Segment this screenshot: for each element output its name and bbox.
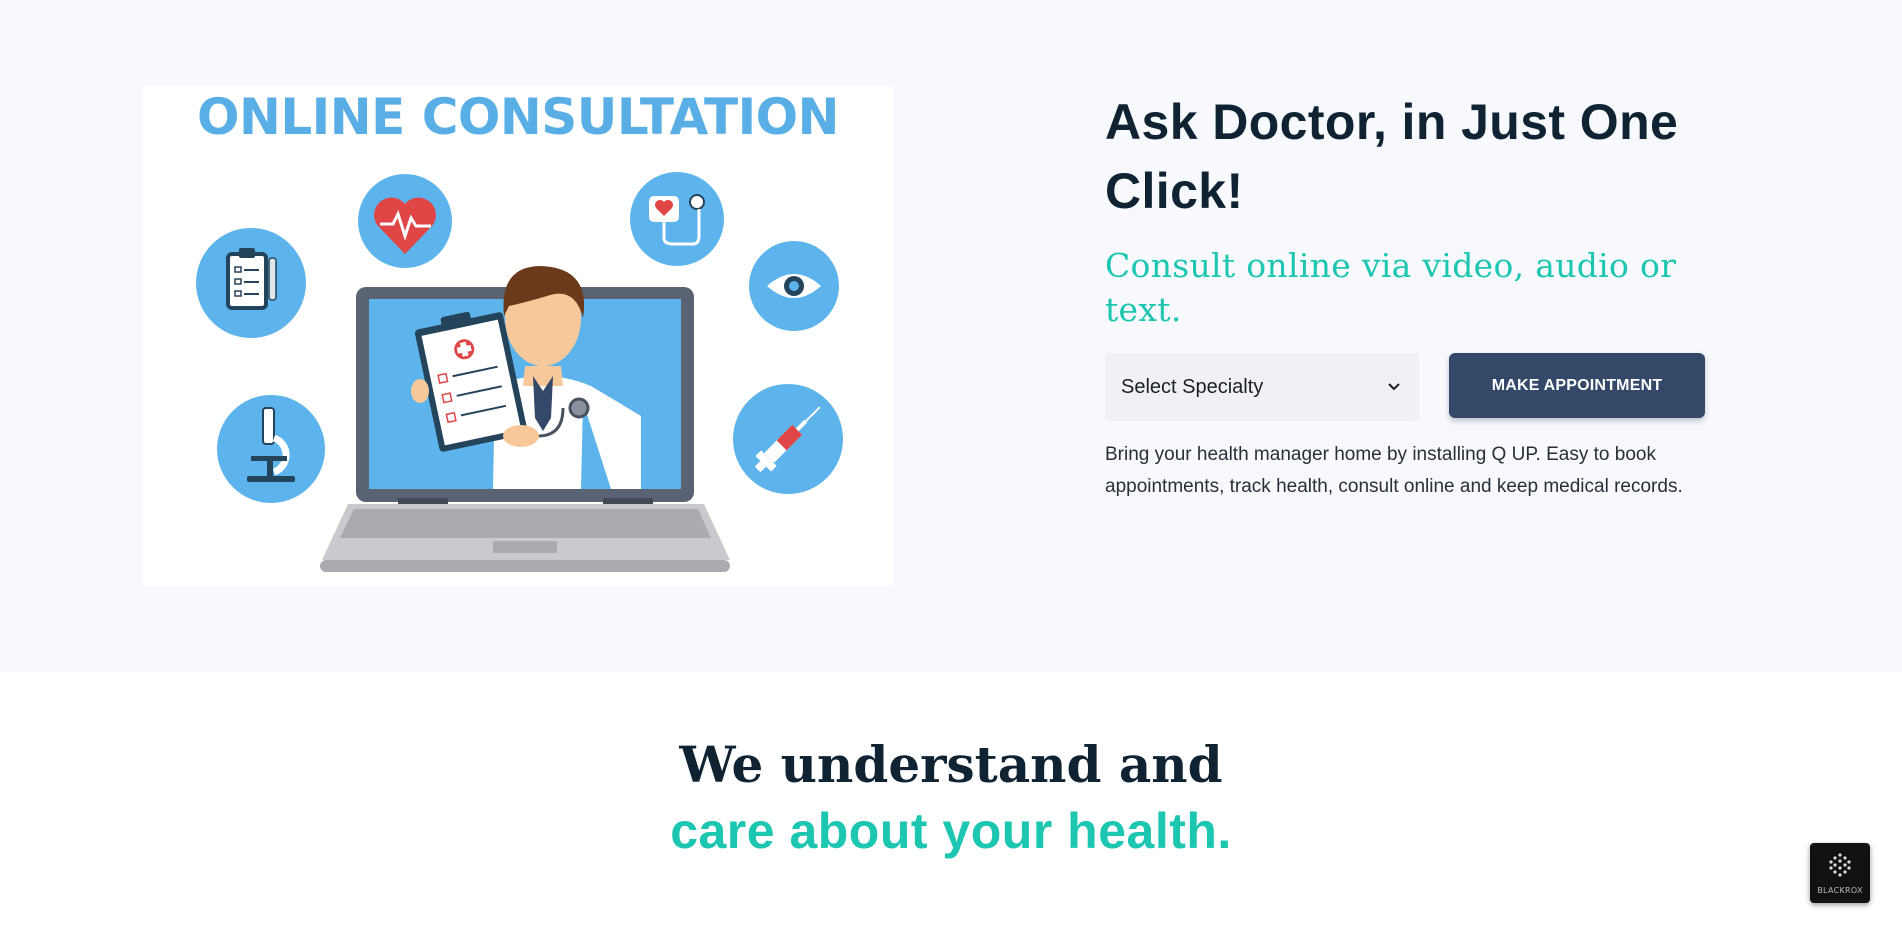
care-heading-line2: care about your health. [670,803,1232,859]
clipboard-icon [196,228,306,338]
badge-label: BLACKROX [1817,886,1863,895]
syringe-icon [733,384,843,494]
specialty-select-value: Select Specialty [1121,375,1264,398]
eye-icon [749,241,839,331]
app-description: Bring your health manager home by instal… [1105,444,1683,497]
microscope-icon [217,395,325,503]
care-heading-line1: We understand and [679,735,1223,794]
make-appointment-button[interactable]: MAKE APPOINTMENT [1449,353,1705,418]
blood-pressure-icon [630,172,724,266]
hero-section: ONLINE CONSULTATION Ask Doctor, in Just … [0,0,1902,671]
chevron-down-icon [1388,383,1400,391]
heart-rate-icon [358,174,452,268]
hero-text: Ask Doctor, in Just One Click! Consult o… [1105,88,1745,497]
specialty-select[interactable]: Select Specialty [1105,353,1419,421]
appointment-controls: Select Specialty MAKE APPOINTMENT [1105,353,1745,421]
blackrox-logo-icon [1829,853,1851,877]
page-title: Ask Doctor, in Just One Click! [1105,94,1679,219]
online-consultation-illustration: ONLINE CONSULTATION [143,86,893,586]
page-subtitle: Consult online via video, audio or text. [1105,246,1677,329]
blackrox-badge[interactable]: BLACKROX [1810,843,1870,903]
care-section: We understand and care about your health… [0,671,1902,928]
